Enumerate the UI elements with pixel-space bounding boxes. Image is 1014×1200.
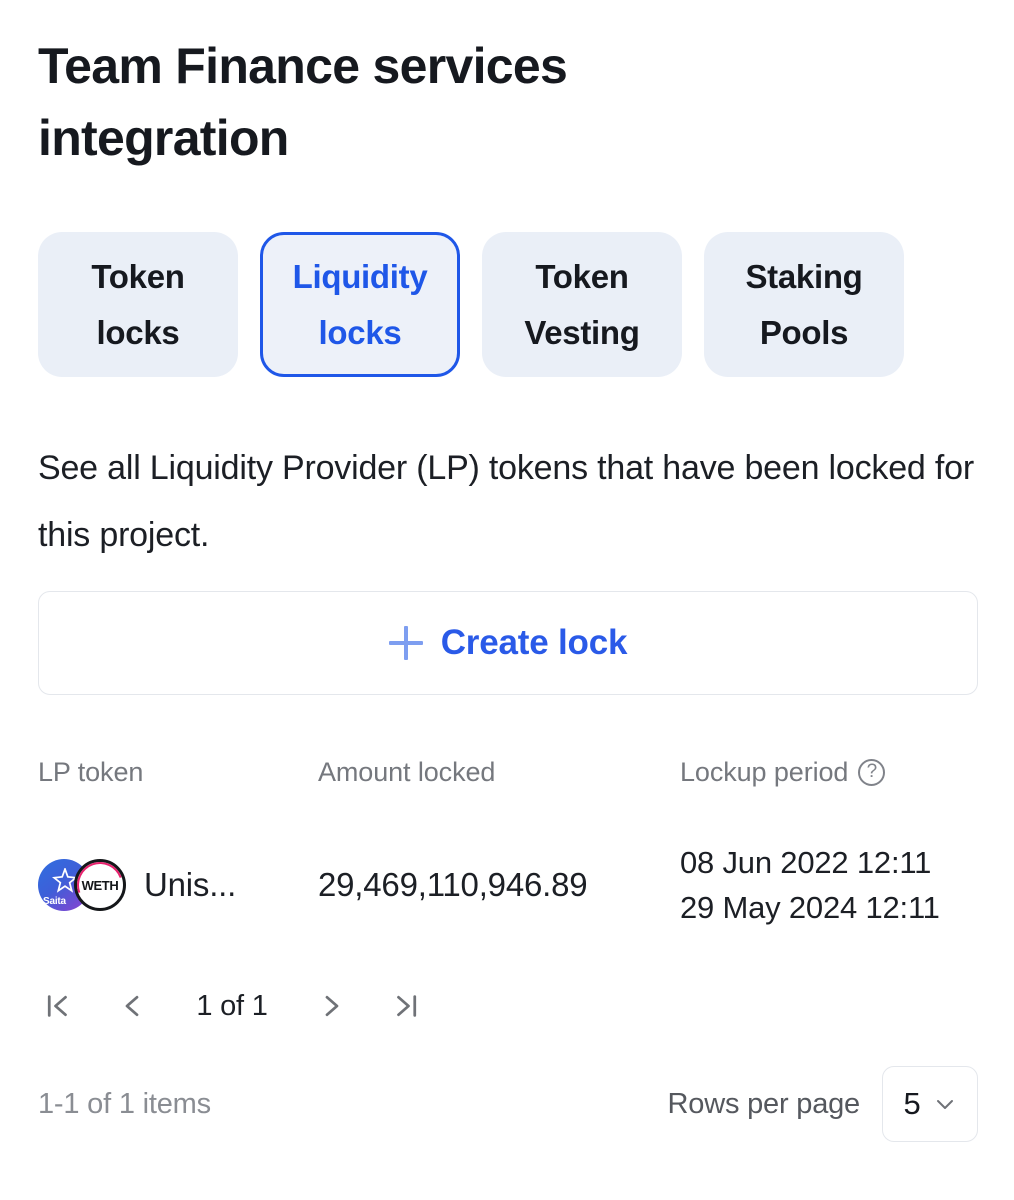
amount-locked-value: 29,469,110,946.89 [318, 866, 588, 903]
rows-per-page: Rows per page 5 [668, 1066, 978, 1142]
pagination-controls: 1 of 1 [38, 982, 978, 1030]
saita-icon-label: Saita [43, 896, 66, 907]
help-circle-icon[interactable]: ? [858, 759, 886, 786]
lockup-end-date: 29 May 2024 12:11 [680, 890, 940, 925]
plus-icon [389, 626, 423, 660]
tab-staking-pools[interactable]: Staking Pools [704, 232, 904, 377]
rows-per-page-value: 5 [903, 1086, 921, 1121]
tab-label: Token locks [91, 257, 185, 351]
liquidity-locks-page: Team Finance services integration Token … [0, 0, 1014, 1200]
tab-token-vesting[interactable]: Token Vesting [482, 232, 682, 377]
page-description: See all Liquidity Provider (LP) tokens t… [38, 449, 974, 554]
cell-amount-locked: 29,469,110,946.89 [318, 866, 680, 904]
column-header-label: LP token [38, 757, 144, 787]
chevron-down-icon [936, 1100, 953, 1109]
rows-per-page-select[interactable]: 5 [882, 1066, 978, 1142]
column-header-label: Amount locked [318, 757, 496, 787]
token-name: Unis... [144, 866, 237, 903]
last-page-icon[interactable] [386, 986, 426, 1026]
rows-per-page-label: Rows per page [667, 1087, 861, 1120]
table-row[interactable]: Saita WETH Unis... 29,469,110,946.89 08 … [38, 840, 978, 930]
pagination-status: 1 of 1 [196, 989, 268, 1022]
column-header-lp-token: LP token [38, 757, 318, 788]
help-icon-glyph: ? [866, 761, 878, 782]
next-page-icon[interactable] [312, 986, 352, 1026]
tab-bar: Token locks Liquidity locks Token Vestin… [38, 232, 976, 377]
page-title: Team Finance services integration [38, 38, 568, 166]
first-page-icon[interactable] [38, 986, 78, 1026]
tab-label: Token Vesting [524, 257, 640, 351]
column-header-label: Lockup period [680, 757, 849, 787]
weth-icon-label: WETH [81, 877, 119, 893]
tab-label: Staking Pools [745, 257, 863, 351]
create-lock-label: Create lock [440, 623, 628, 662]
tab-liquidity-locks[interactable]: Liquidity locks [260, 232, 460, 377]
lockup-start-date: 08 Jun 2022 12:11 [680, 845, 932, 880]
liquidity-locks-table: LP token Amount locked Lockup period ? S… [38, 757, 978, 1142]
cell-lockup-period: 08 Jun 2022 12:11 29 May 2024 12:11 [680, 840, 978, 930]
weth-token-icon: WETH [74, 859, 126, 911]
tab-label: Liquidity locks [292, 257, 428, 351]
previous-page-icon[interactable] [112, 986, 152, 1026]
table-footer: 1-1 of 1 items Rows per page 5 [38, 1066, 978, 1142]
cell-lp-token: Saita WETH Unis... [38, 859, 318, 911]
column-header-lockup-period: Lockup period ? [680, 757, 978, 788]
token-cell: Saita WETH Unis... [38, 859, 318, 911]
tab-token-locks[interactable]: Token locks [38, 232, 238, 377]
token-icon-pair: Saita WETH [38, 859, 126, 911]
column-header-amount-locked: Amount locked [318, 757, 680, 788]
table-header-row: LP token Amount locked Lockup period ? [38, 757, 978, 788]
create-lock-button[interactable]: Create lock [38, 591, 978, 695]
items-count: 1-1 of 1 items [38, 1087, 211, 1120]
